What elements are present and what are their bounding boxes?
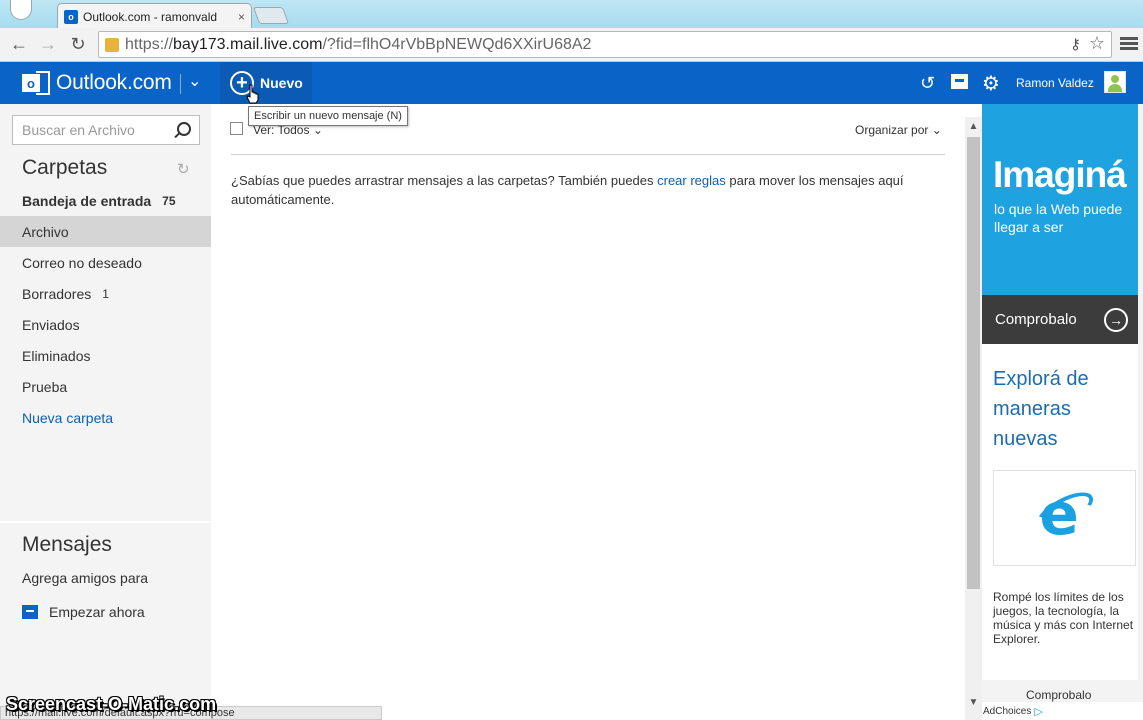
browser-tabstrip: o Outlook.com - ramonvald ×: [0, 0, 1143, 29]
folder-count: 75: [162, 193, 176, 208]
sidebar-item-prueba[interactable]: Prueba: [0, 371, 211, 402]
bookmark-star-icon[interactable]: ☆: [1089, 33, 1105, 54]
folder-label: Archivo: [22, 223, 69, 240]
scrollbar[interactable]: ▲ ▼: [965, 117, 982, 720]
ad-hero[interactable]: Imaginá lo que la Web puede llegar a ser: [982, 104, 1138, 295]
brand-name: Outlook.com: [56, 71, 172, 94]
url-host: bay173.mail.live.com: [173, 35, 323, 53]
key-icon[interactable]: ⚷: [1070, 35, 1081, 53]
adchoices-icon: ▷: [1034, 705, 1043, 718]
refresh-icon[interactable]: ↻: [177, 160, 190, 178]
messages-text: Agrega amigos para: [22, 570, 149, 586]
recorder-watermark: Screencast-O-Matic.com: [6, 694, 217, 714]
new-message-button[interactable]: + Nuevo: [220, 62, 312, 104]
folder-list: Bandeja de entrada 75 Archivo Correo no …: [0, 185, 211, 433]
new-tab-button[interactable]: [252, 7, 290, 24]
browser-tab-title: Outlook.com - ramonvald: [83, 9, 218, 24]
scroll-thumb[interactable]: [967, 137, 980, 589]
browser-tab-outlook[interactable]: o Outlook.com - ramonvald ×: [57, 3, 252, 29]
internet-explorer-icon: e: [1031, 480, 1098, 548]
folder-label: Bandeja de entrada: [22, 192, 152, 209]
arrow-right-icon: →: [1104, 308, 1128, 332]
folder-count: 1: [102, 286, 109, 301]
messages-title: Mensajes: [22, 533, 112, 556]
browser-profile-icon[interactable]: [0, 0, 40, 26]
avatar[interactable]: [1104, 71, 1126, 93]
folder-label: Eliminados: [22, 347, 91, 364]
outlook-brand[interactable]: o Outlook.com: [22, 70, 172, 96]
sidebar-item-deleted[interactable]: Eliminados: [0, 340, 211, 371]
ad-more-button[interactable]: Comprobalo: [1026, 688, 1091, 702]
message-list-pane: Ver: Todos ⌄ Organizar por ⌄ ¿Sabías que…: [211, 104, 965, 720]
sidebar-item-drafts[interactable]: Borradores 1: [0, 278, 211, 309]
ie-logo-box: e: [993, 470, 1136, 566]
ad-hero-subtitle: lo que la Web puede llegar a ser: [994, 201, 1123, 235]
address-bar[interactable]: https://bay173.mail.live.com/?fid=flhO4r…: [98, 31, 1112, 58]
hint-text: ¿Sabías que puedes arrastrar mensajes a …: [231, 173, 658, 188]
empty-folder-hint: ¿Sabías que puedes arrastrar mensajes a …: [231, 171, 951, 209]
outlook-favicon-icon: o: [64, 9, 78, 24]
ad-panel: Imaginá lo que la Web puede llegar a ser…: [982, 104, 1143, 720]
folder-label: Correo no deseado: [22, 254, 142, 271]
outlook-logo-icon: o: [22, 71, 50, 95]
forward-arrow-icon[interactable]: →: [38, 34, 58, 54]
adchoices-link[interactable]: AdChoices ▷: [982, 702, 1143, 720]
url-scheme: https://: [125, 35, 174, 53]
sidebar-item-inbox[interactable]: Bandeja de entrada 75: [0, 185, 211, 216]
start-now-link[interactable]: Empezar ahora: [22, 604, 145, 620]
folder-label: Nueva carpeta: [22, 409, 114, 426]
search-input[interactable]: Buscar en Archivo: [12, 115, 200, 145]
chat-icon: [22, 605, 38, 619]
sidebar-item-archive[interactable]: Archivo: [0, 216, 211, 247]
undo-icon[interactable]: ↺: [920, 73, 935, 94]
create-rules-link[interactable]: crear reglas: [657, 173, 726, 188]
folder-label: Borradores: [22, 285, 92, 302]
ad-card-title: Explorá de maneras nuevas: [993, 368, 1089, 450]
sidebar: Buscar en Archivo Carpetas ↻ Bandeja de …: [0, 104, 211, 720]
ad-check-button[interactable]: Comprobalo →: [982, 295, 1138, 344]
user-name[interactable]: Ramon Valdez: [1016, 76, 1094, 90]
search-icon[interactable]: [177, 122, 191, 136]
browser-menu-icon[interactable]: [1120, 35, 1138, 53]
brand-separator: [180, 74, 181, 94]
new-message-label: Nuevo: [260, 75, 303, 91]
sidebar-item-junk[interactable]: Correo no deseado: [0, 247, 211, 278]
lock-icon: [105, 37, 119, 52]
folder-label: Enviados: [22, 316, 80, 333]
select-all-checkbox[interactable]: [230, 122, 243, 135]
organize-by-dropdown[interactable]: Organizar por ⌄: [855, 123, 942, 137]
ad-check-label: Comprobalo: [995, 311, 1077, 328]
sidebar-item-sent[interactable]: Enviados: [0, 309, 211, 340]
chevron-down-icon[interactable]: ⌄: [188, 71, 201, 91]
scroll-up-icon[interactable]: ▲: [967, 121, 980, 133]
hand-cursor-icon: [246, 84, 259, 104]
search-placeholder: Buscar en Archivo: [22, 122, 135, 138]
scroll-down-icon[interactable]: ▼: [967, 697, 980, 709]
adchoices-label: AdChoices: [983, 705, 1032, 717]
tab-close-icon[interactable]: ×: [238, 10, 245, 24]
outlook-header: o Outlook.com ⌄ + Nuevo ↺ ⚙ Ramon Valdez: [0, 62, 1143, 104]
messenger-icon[interactable]: [951, 74, 968, 89]
ad-card[interactable]: Explorá de maneras nuevas e Rompé los lí…: [982, 344, 1138, 680]
folder-label: Prueba: [22, 378, 68, 395]
url-path: /?fid=flhO4rVbBpNEWQd6XXirU68A2: [322, 35, 592, 53]
new-folder-link[interactable]: Nueva carpeta: [0, 402, 211, 433]
ad-hero-title: Imaginá: [993, 154, 1127, 195]
browser-toolbar: ← → ↻ https://bay173.mail.live.com/?fid=…: [0, 28, 1143, 62]
sidebar-divider: [0, 521, 211, 523]
reload-icon[interactable]: ↻: [68, 34, 88, 54]
list-divider: [231, 154, 945, 155]
start-now-label: Empezar ahora: [49, 604, 145, 620]
back-arrow-icon[interactable]: ←: [9, 34, 29, 54]
ad-card-description: Rompé los límites de los juegos, la tecn…: [993, 590, 1134, 646]
folders-title: Carpetas: [22, 156, 108, 179]
new-message-tooltip: Escribir un nuevo mensaje (N): [248, 106, 408, 126]
gear-icon[interactable]: ⚙: [982, 71, 1000, 96]
